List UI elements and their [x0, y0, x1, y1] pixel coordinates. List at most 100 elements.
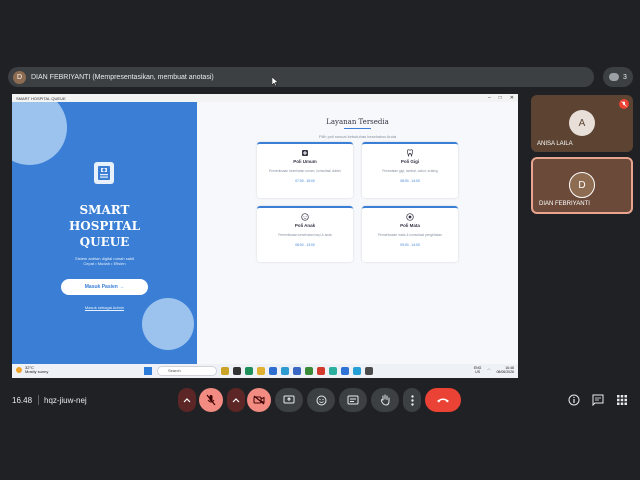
- enter-patient-button[interactable]: Masuk Pasien →: [61, 279, 148, 295]
- brand-line-3: QUEUE: [79, 235, 130, 249]
- camera-toggle-button[interactable]: [247, 388, 271, 412]
- service-hours: 07:00 - 15:00: [295, 179, 315, 183]
- service-name: Poli Mata: [400, 223, 420, 228]
- windows-taskbar: 32°C Mostly sunny Search ENG US ◠ 16:48 …: [12, 364, 518, 378]
- mic-off-icon: [619, 99, 629, 109]
- side-panel-buttons: [568, 394, 628, 406]
- captions-button[interactable]: [339, 388, 367, 412]
- mic-off-icon: [206, 394, 216, 406]
- app-icon[interactable]: [293, 367, 301, 375]
- services-panel: Layanan Tersedia Pilih poli sesuai kebut…: [197, 102, 518, 364]
- app-icon[interactable]: [353, 367, 361, 375]
- hangup-icon: [437, 398, 449, 403]
- brand-line-2: HOSPITAL: [68, 219, 141, 233]
- edge-icon[interactable]: [281, 367, 289, 375]
- region: US: [475, 370, 481, 374]
- window-title: SMART HOSPITAL QUEUE: [16, 95, 66, 101]
- weather-text: Mostly sunny: [25, 369, 49, 374]
- camera-options-button[interactable]: [227, 388, 245, 412]
- more-vert-icon: [410, 394, 414, 406]
- mic-options-button[interactable]: [178, 388, 196, 412]
- leave-call-button[interactable]: [425, 388, 461, 412]
- mic-toggle-button[interactable]: [199, 388, 223, 412]
- service-card-poli-anak[interactable]: Poli Anak Pemeriksaan kesehatan bayi & a…: [257, 206, 353, 262]
- service-card-poli-umum[interactable]: Poli Umum Pemeriksaan kesehatan umum, ko…: [257, 142, 353, 198]
- service-hours: 08:00 - 14:00: [400, 179, 420, 183]
- weather-widget[interactable]: 32°C Mostly sunny: [16, 366, 48, 374]
- service-name: Poli Gigi: [400, 159, 420, 164]
- meeting-code: hqz-jiuw-nej: [44, 396, 87, 405]
- services-title: Layanan Tersedia: [326, 118, 389, 126]
- meeting-time: 16.48: [12, 396, 33, 405]
- service-hours: 09:00 - 14:00: [400, 243, 420, 247]
- info-icon[interactable]: [568, 394, 580, 406]
- raise-hand-button[interactable]: [371, 388, 399, 412]
- hospital-icon: [302, 150, 308, 156]
- baby-icon: [301, 213, 309, 221]
- meeting-controls: 16.48 hqz-jiuw-nej: [0, 386, 640, 414]
- app-icon[interactable]: [317, 367, 325, 375]
- folder-icon[interactable]: [257, 367, 265, 375]
- participants-button[interactable]: 3: [603, 67, 633, 87]
- divider: [38, 395, 39, 405]
- service-desc: Perawatan gigi, tambal, cabut, scaling: [382, 169, 438, 173]
- service-desc: Pemeriksaan kesehatan umum, konsultasi d…: [268, 169, 342, 173]
- clock-date: 08/06/2026: [496, 370, 514, 374]
- app-icon[interactable]: [269, 367, 277, 375]
- emoji-icon: [316, 395, 326, 405]
- activities-icon[interactable]: [616, 394, 628, 406]
- participant-avatar: D: [569, 172, 595, 198]
- participant-avatar: A: [569, 110, 595, 136]
- vscode-icon[interactable]: [341, 367, 349, 375]
- chat-icon[interactable]: [592, 394, 604, 406]
- admin-login-link[interactable]: Masuk sebagai Admin: [12, 305, 197, 310]
- participant-tile[interactable]: A ANISA LAILA: [531, 95, 633, 152]
- minimize-icon[interactable]: –: [488, 95, 491, 101]
- system-tray: ENG US ◠ 16:48 08/06/2026: [474, 366, 514, 374]
- service-name: Poli Anak: [294, 223, 316, 228]
- service-name: Poli Umum: [293, 159, 317, 164]
- decor-circle: [12, 102, 67, 165]
- taskbar-apps: [221, 367, 373, 375]
- presenter-avatar: D: [13, 70, 26, 84]
- people-icon: [609, 73, 620, 81]
- present-screen-icon: [283, 395, 295, 404]
- wifi-icon[interactable]: ◠: [487, 368, 490, 372]
- windows-start-icon[interactable]: [144, 367, 152, 375]
- maximize-icon[interactable]: □: [499, 95, 502, 101]
- app-icon[interactable]: [329, 367, 337, 375]
- tooth-icon: [407, 149, 413, 157]
- service-card-poli-gigi[interactable]: Poli Gigi Perawatan gigi, tambal, cabut,…: [362, 142, 458, 198]
- chevron-up-icon: [232, 398, 240, 403]
- hospital-logo-icon: [94, 162, 114, 184]
- title-underline: [344, 128, 371, 129]
- captions-icon: [347, 395, 359, 405]
- presenter-label: DIAN FEBRIYANTI (Mempresentasikan, membu…: [31, 73, 214, 81]
- more-options-button[interactable]: [403, 388, 421, 412]
- services-subtitle: Pilih poli sesuai kebutuhan kesehatan An…: [318, 134, 397, 139]
- present-button[interactable]: [275, 388, 303, 412]
- participant-name: ANISA LAILA: [537, 141, 573, 147]
- service-card-poli-mata[interactable]: Poli Mata Pemeriksaan mata & konsultasi …: [362, 206, 458, 262]
- close-icon[interactable]: ✕: [510, 95, 514, 101]
- reactions-button[interactable]: [307, 388, 335, 412]
- taskbar-search[interactable]: Search: [157, 366, 217, 376]
- participant-name: DIAN FEBRIYANTI: [539, 201, 590, 207]
- app-icon[interactable]: [305, 367, 313, 375]
- tagline: Sistem antrian digital rumah sakit Cepat…: [12, 256, 197, 266]
- service-desc: Pemeriksaan mata & konsultasi penglihata…: [377, 233, 443, 237]
- file-explorer-icon[interactable]: [221, 367, 229, 375]
- participant-tile-active[interactable]: D DIAN FEBRIYANTI: [531, 157, 633, 214]
- presenter-bar: D DIAN FEBRIYANTI (Mempresentasikan, mem…: [8, 67, 594, 87]
- brand-line-1: SMART: [79, 203, 130, 217]
- participants-count: 3: [623, 73, 627, 81]
- app-icon[interactable]: [245, 367, 253, 375]
- eye-icon: [406, 213, 414, 221]
- service-desc: Pemeriksaan kesehatan bayi & anak: [278, 233, 332, 237]
- app-icon[interactable]: [365, 367, 373, 375]
- service-hours: 08:00 - 13:00: [295, 243, 315, 247]
- app-icon[interactable]: [233, 367, 241, 375]
- chevron-up-icon: [183, 398, 191, 403]
- shared-screen: SMART HOSPITAL QUEUE – □ ✕ SMART HOSPITA…: [12, 94, 518, 378]
- hospital-app: SMART HOSPITAL QUEUE Sistem antrian digi…: [12, 102, 518, 364]
